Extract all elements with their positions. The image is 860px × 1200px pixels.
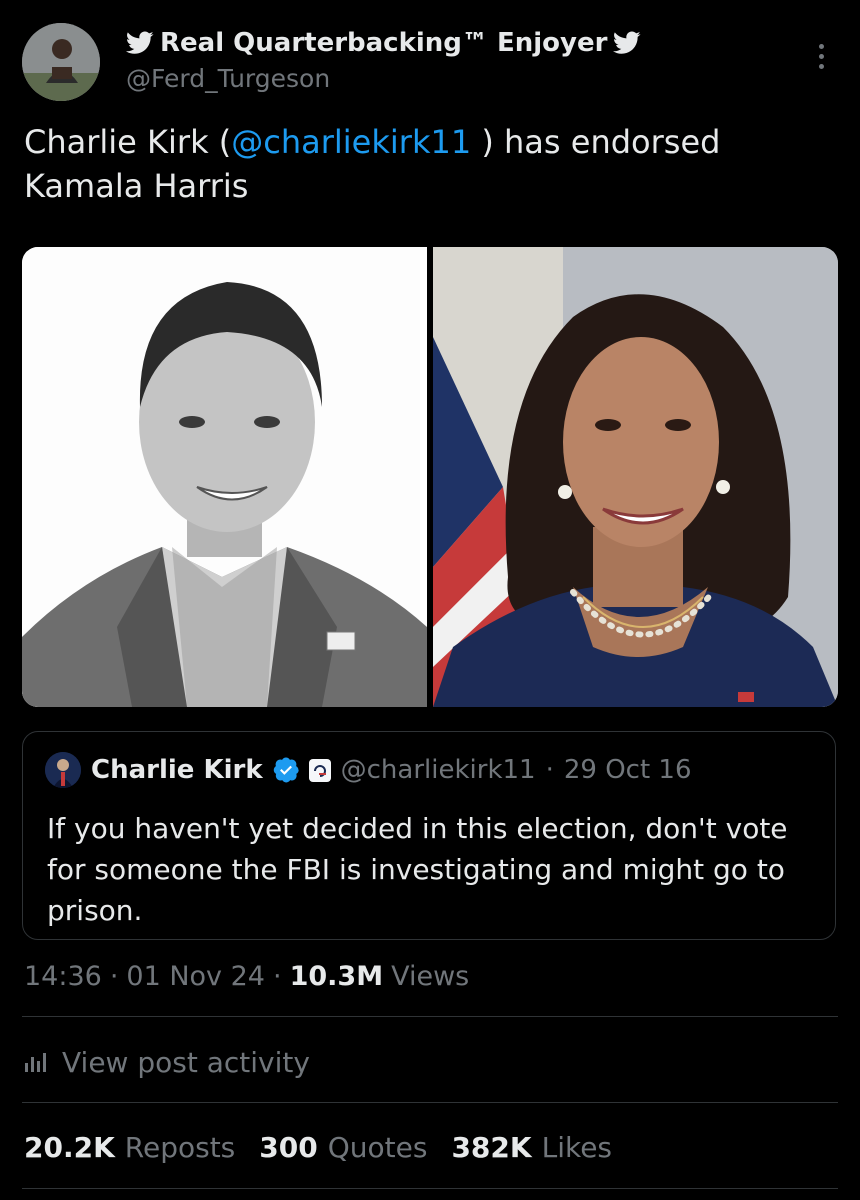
more-options-icon[interactable] <box>806 38 836 74</box>
quotes-label: Quotes <box>327 1130 428 1164</box>
tweet-time[interactable]: 14:36 <box>24 961 102 992</box>
quoted-text-line-1: If you haven't yet decided in this elect… <box>47 812 788 845</box>
quoted-text-line-3: prison. <box>47 894 143 927</box>
views-count: 10.3M <box>289 960 384 992</box>
dot <box>818 53 824 59</box>
tweet-media[interactable] <box>22 247 838 707</box>
likes-label: Likes <box>541 1130 613 1164</box>
quotes-count: 300 <box>259 1130 318 1164</box>
reposts-stat[interactable]: 20.2K Reposts <box>24 1131 235 1164</box>
author-name-row[interactable]: Real Quarterbacking™ Enjoyer <box>126 26 641 60</box>
quotes-stat[interactable]: 300 Quotes <box>259 1131 427 1164</box>
tweet-text-line-1: Charlie Kirk (@charliekirk11 ) has endor… <box>24 120 824 164</box>
tweet-meta: 14:36 · 01 Nov 24 · 10.3M Views <box>24 956 469 996</box>
twitter-bird-icon <box>126 31 154 54</box>
verified-badge-icon[interactable] <box>273 757 299 783</box>
author-avatar[interactable] <box>22 23 100 101</box>
tweet-text-segment: ) has endorsed <box>471 123 721 161</box>
tweet-text: Charlie Kirk (@charliekirk11 ) has endor… <box>24 120 824 208</box>
author-handle[interactable]: @Ferd_Turgeson <box>126 64 330 93</box>
divider <box>22 1016 838 1017</box>
quoted-author-avatar[interactable] <box>45 752 81 788</box>
photo-kamala-harris[interactable] <box>433 247 838 707</box>
quoted-author-handle[interactable]: @charliekirk11 <box>341 755 536 785</box>
engagement-stats: 20.2K Reposts 300 Quotes 382K Likes <box>24 1126 636 1168</box>
view-post-activity-label: View post activity <box>62 1045 310 1079</box>
quoted-tweet[interactable]: Charlie Kirk @charliekirk11 · 29 Oct 16 … <box>22 731 836 940</box>
separator: · <box>545 755 554 785</box>
tweet-text-line-2: Kamala Harris <box>24 167 249 205</box>
dot <box>818 63 824 69</box>
separator: · <box>109 960 119 992</box>
author-display-name: Real Quarterbacking™ Enjoyer <box>160 28 608 58</box>
likes-count: 382K <box>451 1130 532 1164</box>
tweet-text-segment: Charlie Kirk ( <box>24 123 232 161</box>
separator: · <box>272 960 282 992</box>
likes-stat[interactable]: 382K Likes <box>451 1131 612 1164</box>
twitter-bird-icon <box>613 31 641 54</box>
dot <box>818 43 824 49</box>
divider <box>22 1102 838 1103</box>
divider <box>22 1188 838 1189</box>
reposts-count: 20.2K <box>24 1130 115 1164</box>
reposts-label: Reposts <box>124 1130 236 1164</box>
tweet-date[interactable]: 01 Nov 24 <box>126 961 265 992</box>
quoted-author-name[interactable]: Charlie Kirk <box>91 755 263 785</box>
portrait-photo <box>433 247 838 707</box>
views-label: Views <box>391 960 470 992</box>
portrait-photo <box>22 247 427 707</box>
quoted-tweet-header: Charlie Kirk @charliekirk11 · 29 Oct 16 <box>45 750 692 790</box>
affiliation-badge-icon[interactable] <box>308 759 331 782</box>
quoted-tweet-text: If you haven't yet decided in this elect… <box>47 808 817 931</box>
photo-charlie-kirk[interactable] <box>22 247 427 707</box>
view-post-activity-button[interactable]: View post activity <box>24 1040 310 1084</box>
quoted-tweet-date: 29 Oct 16 <box>563 755 692 785</box>
affiliation-logo-icon <box>308 760 331 782</box>
mention-link[interactable]: @charliekirk11 <box>231 123 471 161</box>
quoted-text-line-2: for someone the FBI is investigating and… <box>47 853 785 886</box>
analytics-icon <box>25 1053 46 1072</box>
avatar-photo <box>45 752 81 788</box>
avatar-photo <box>22 23 100 101</box>
